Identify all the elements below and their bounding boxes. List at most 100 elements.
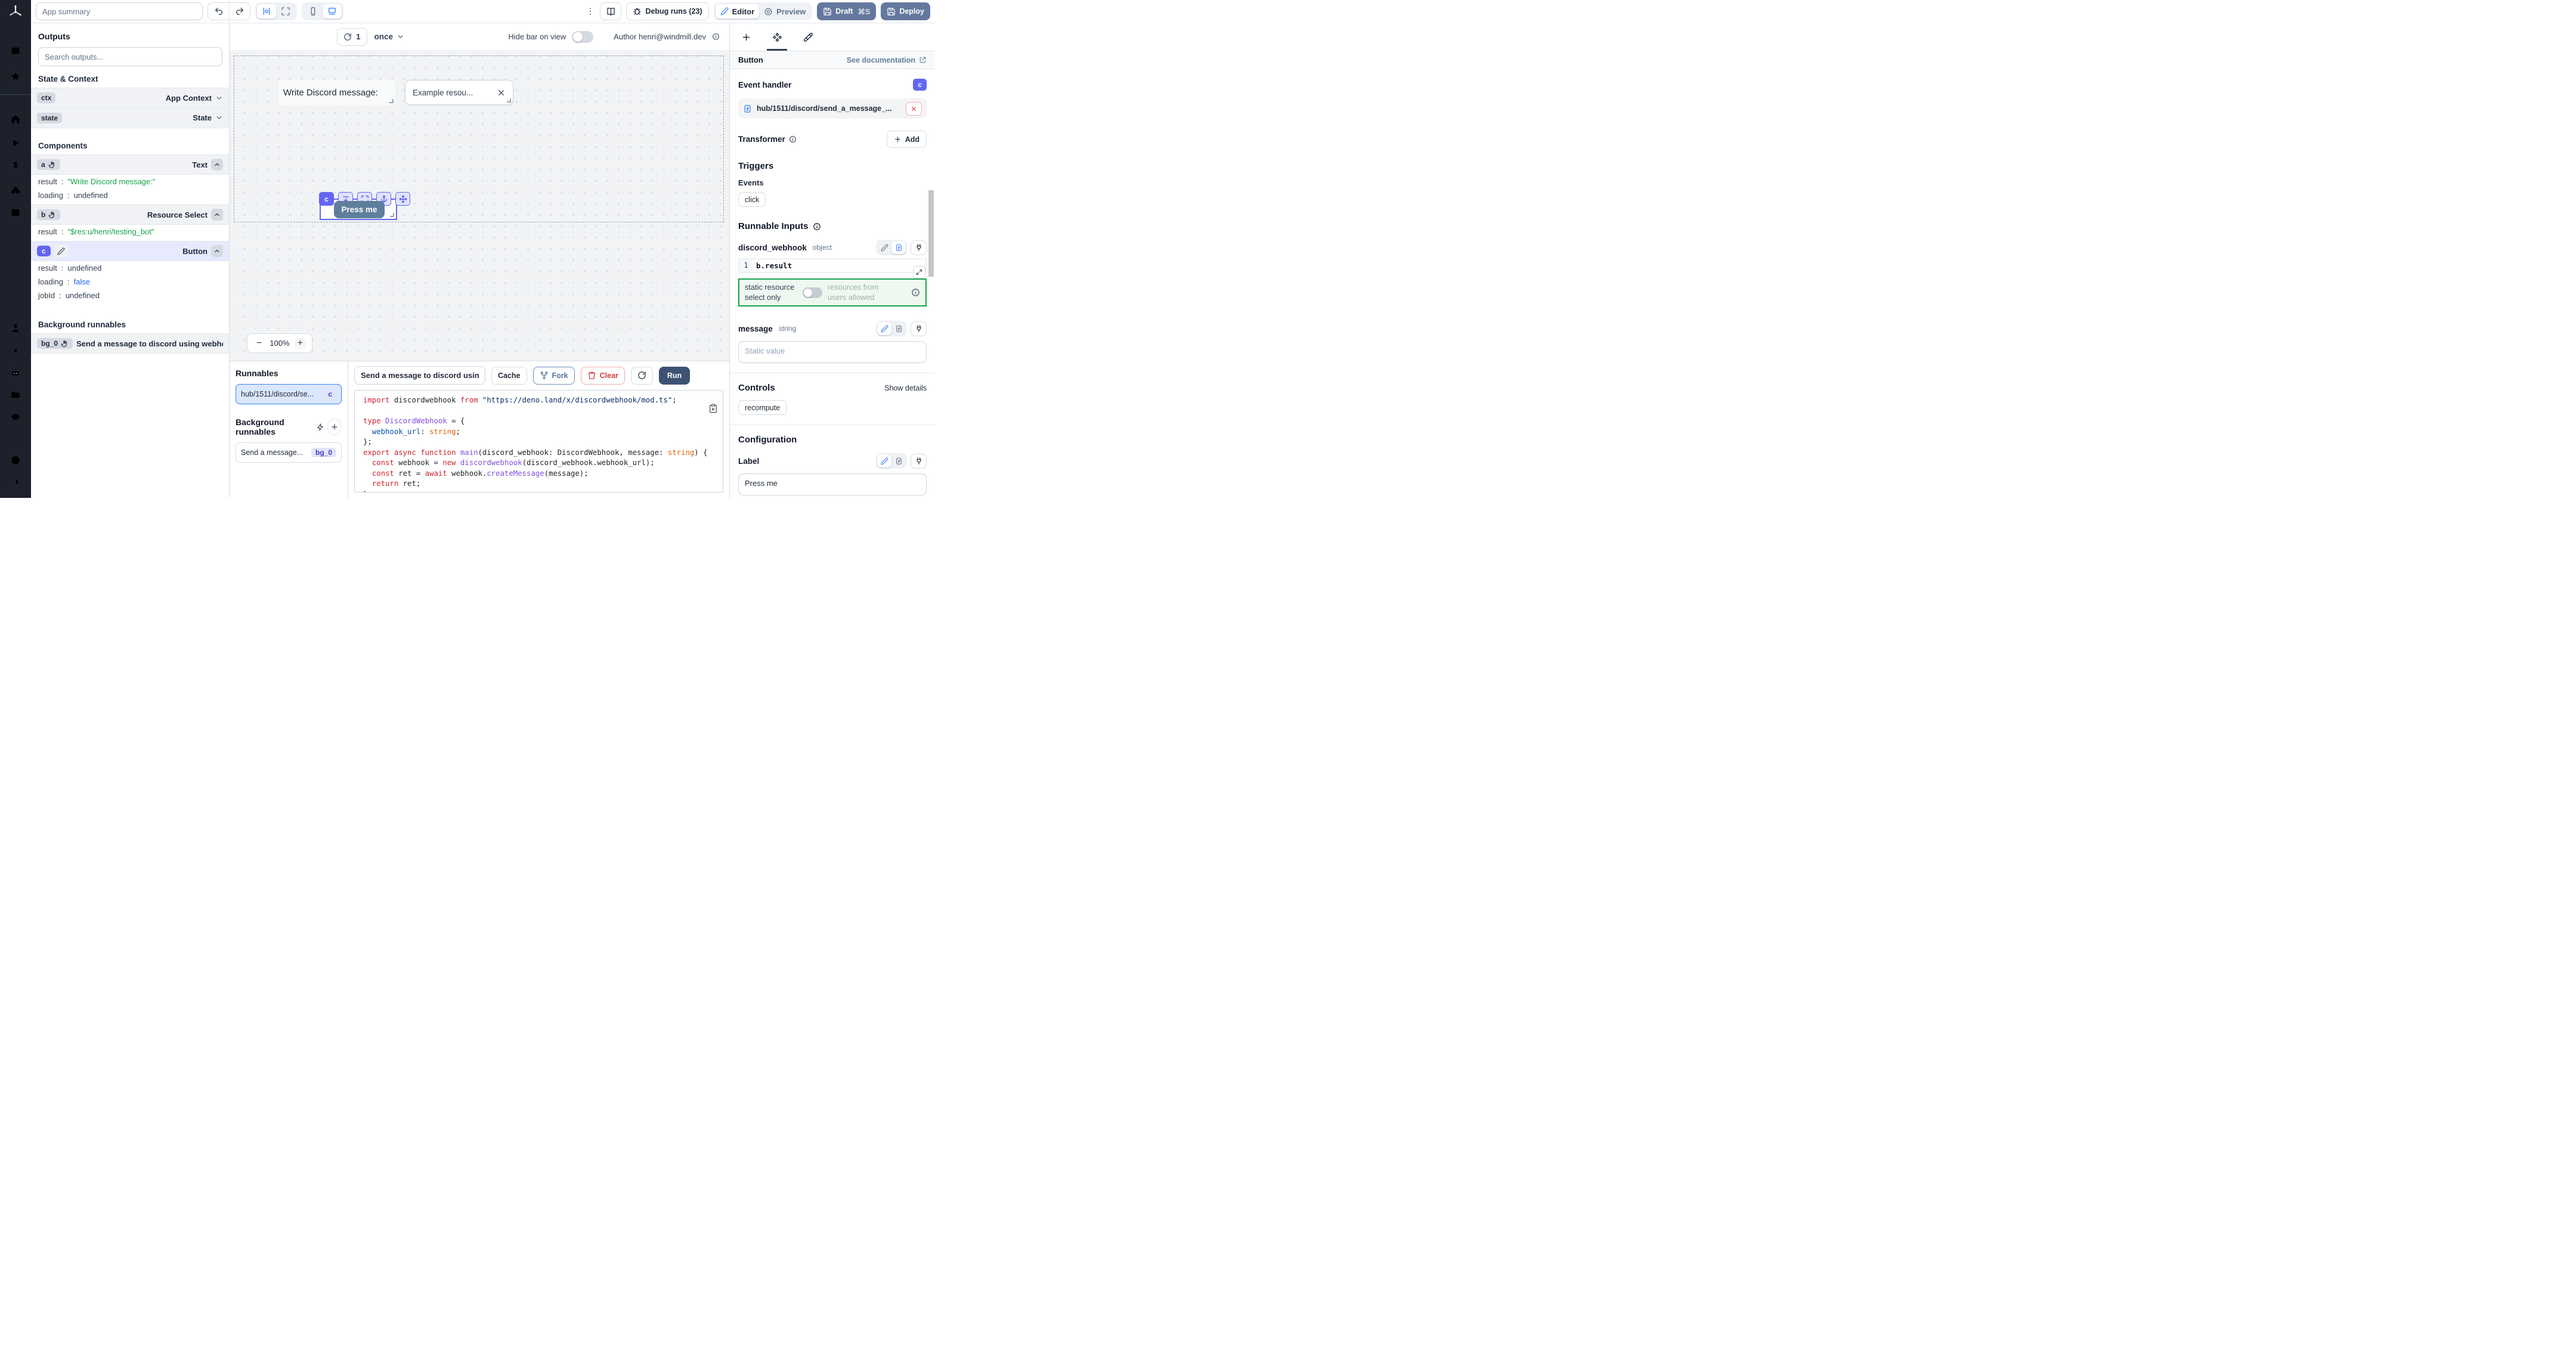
collapse-b-button[interactable] [211, 209, 223, 221]
draft-button[interactable]: Draft ⌘S [817, 2, 876, 20]
windmill-logo-icon[interactable] [8, 4, 23, 20]
mobile-view-button[interactable] [304, 4, 323, 18]
runnable-item-selected[interactable]: hub/1511/discord/se... c [236, 384, 342, 404]
info-icon[interactable] [712, 33, 720, 41]
expression-editor[interactable]: 1 b.result [738, 258, 927, 273]
favorites-star-icon[interactable] [10, 71, 21, 82]
desktop-view-button[interactable] [323, 4, 342, 18]
app-summary-input[interactable] [36, 2, 203, 20]
docs-button[interactable] [600, 2, 621, 20]
info-icon[interactable] [911, 288, 920, 297]
resize-handle[interactable] [390, 213, 394, 217]
static-mode-button[interactable] [877, 241, 891, 254]
collapse-arrow-icon[interactable] [10, 476, 21, 487]
clear-button[interactable]: Clear [581, 367, 625, 385]
hand-pointer-icon [48, 211, 56, 219]
canvas-text-component[interactable]: Write Discord message: [278, 80, 395, 105]
output-row-state[interactable]: state State [31, 108, 229, 128]
connect-input-button[interactable] [911, 454, 927, 469]
fork-button[interactable]: Fork [533, 367, 575, 385]
help-icon[interactable] [10, 455, 21, 466]
show-details-link[interactable]: Show details [884, 384, 927, 392]
tab-styling[interactable] [798, 23, 818, 51]
resources-boxes-icon[interactable] [10, 184, 21, 195]
clear-select-icon[interactable] [497, 88, 506, 97]
static-mode-button[interactable] [877, 454, 891, 467]
align-mode-button[interactable] [257, 4, 276, 18]
output-row-ctx[interactable]: ctx App Context [31, 88, 229, 108]
eval-mode-button[interactable] [891, 454, 906, 467]
run-button[interactable]: Run [659, 367, 690, 385]
collapse-a-button[interactable] [211, 159, 223, 171]
settings-gear-icon[interactable] [10, 345, 21, 356]
move-component-button[interactable] [395, 192, 410, 206]
eval-mode-button[interactable] [891, 322, 906, 335]
refresh-count-button[interactable]: 1 [337, 28, 367, 46]
remove-runnable-button[interactable] [906, 102, 922, 116]
selected-button-cell[interactable]: c Press me [320, 199, 397, 220]
code-editor[interactable]: import discordwebhook from "https://deno… [354, 390, 723, 493]
tab-insert-component[interactable] [736, 23, 756, 51]
more-menu-icon[interactable] [586, 7, 595, 16]
eval-mode-button[interactable] [891, 241, 906, 254]
add-background-runnable-button[interactable] [327, 419, 342, 435]
schedule-dropdown[interactable]: once [374, 32, 405, 41]
zoom-in-button[interactable]: + [295, 338, 306, 349]
chevron-down-icon[interactable] [215, 114, 223, 122]
script-name-input[interactable] [354, 366, 485, 385]
chevron-down-icon[interactable] [215, 94, 223, 102]
workers-bot-icon[interactable] [10, 367, 21, 378]
event-chip-click[interactable]: click [738, 192, 766, 207]
schedules-calendar-icon[interactable] [10, 207, 21, 218]
tab-preview[interactable]: Preview [759, 4, 810, 18]
event-handler-runnable[interactable]: hub/1511/discord/send_a_message_... [738, 98, 927, 119]
label-value-input[interactable]: Press me [738, 473, 927, 495]
audit-eye-icon[interactable] [10, 411, 21, 422]
apps-board-icon[interactable] [10, 45, 21, 56]
info-icon[interactable] [813, 222, 821, 231]
copy-code-icon[interactable] [708, 404, 718, 413]
search-outputs-input[interactable] [38, 47, 222, 66]
resize-grip-icon[interactable] [918, 355, 924, 361]
background-runnable-item[interactable]: Send a message... bg_0 [236, 442, 342, 463]
message-static-input[interactable]: Static value [738, 341, 927, 363]
output-row-b[interactable]: b Resource Select [31, 205, 229, 225]
app-canvas[interactable]: Write Discord message: Example resou... … [230, 50, 729, 361]
tab-editor[interactable]: Editor [716, 4, 760, 18]
resize-handle[interactable] [389, 99, 394, 103]
variables-dollar-icon[interactable] [10, 160, 21, 171]
resize-handle[interactable] [507, 98, 511, 103]
connect-input-button[interactable] [911, 240, 927, 255]
redo-button[interactable] [229, 3, 250, 20]
edit-c-button[interactable] [54, 244, 69, 258]
resource-mode-toggle[interactable] [803, 287, 822, 298]
hide-bar-toggle[interactable] [572, 31, 593, 43]
collapse-c-button[interactable] [211, 245, 223, 257]
expand-editor-button[interactable] [913, 266, 925, 278]
fullscreen-mode-button[interactable] [276, 4, 295, 18]
scrollbar-thumb[interactable] [928, 190, 934, 277]
static-mode-button[interactable] [877, 322, 891, 335]
canvas-press-me-button[interactable]: Press me [334, 201, 385, 218]
info-icon[interactable] [789, 135, 797, 143]
undo-button[interactable] [208, 3, 229, 20]
resize-grip-icon[interactable] [918, 487, 924, 493]
recompute-chip[interactable]: recompute [738, 400, 787, 415]
connect-input-button[interactable] [911, 321, 927, 336]
runs-play-icon[interactable] [10, 138, 21, 148]
see-documentation-link[interactable]: See documentation [847, 56, 927, 64]
add-transformer-button[interactable]: Add [887, 131, 927, 148]
cache-button[interactable]: Cache [491, 367, 527, 385]
refresh-script-button[interactable] [631, 367, 653, 385]
canvas-resource-select-component[interactable]: Example resou... [405, 80, 513, 105]
home-icon[interactable] [10, 114, 21, 125]
output-row-a[interactable]: a Text [31, 154, 229, 175]
output-row-bg0[interactable]: bg_0 Send a message to discord using web… [31, 333, 229, 354]
debug-runs-button[interactable]: Debug runs (23) [626, 2, 708, 20]
folders-icon[interactable] [10, 389, 21, 400]
output-row-c[interactable]: c Button [31, 241, 229, 261]
tab-component-settings[interactable] [767, 23, 787, 51]
zoom-out-button[interactable]: − [253, 338, 265, 349]
deploy-button[interactable]: Deploy [881, 2, 930, 20]
users-icon[interactable] [10, 323, 21, 333]
